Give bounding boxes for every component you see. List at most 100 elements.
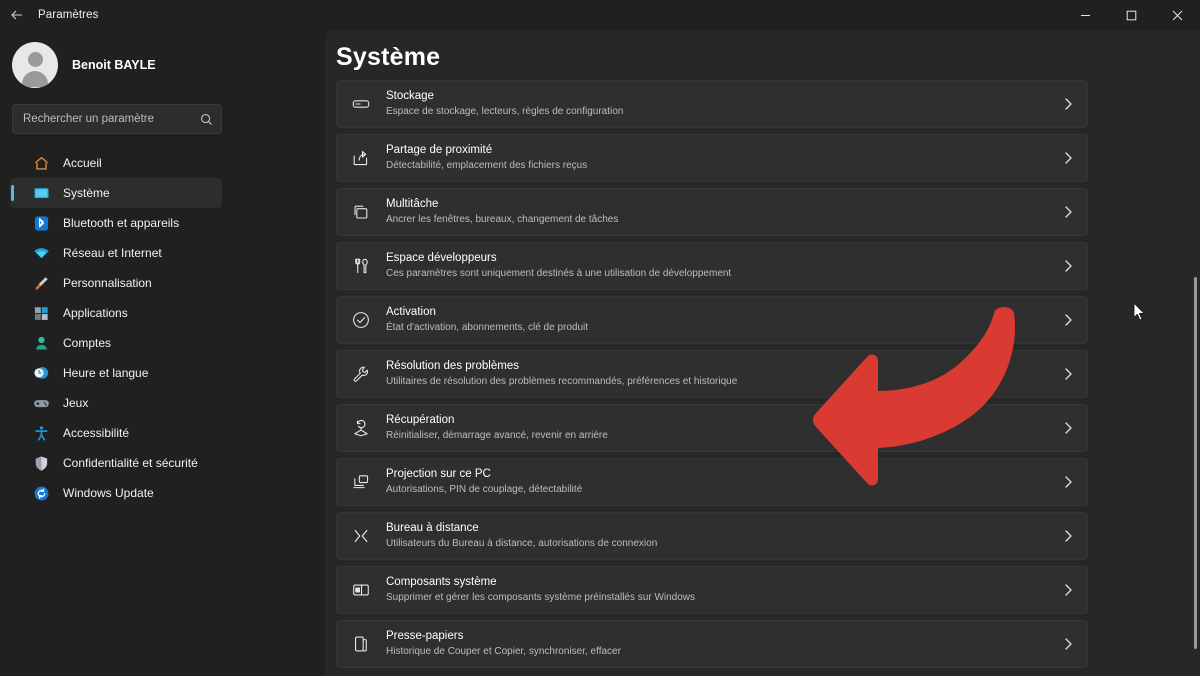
settings-row-subtitle: Utilisateurs du Bureau à distance, autor… (386, 538, 658, 549)
chevron-right-icon[interactable] (1064, 530, 1073, 543)
chevron-right-icon[interactable] (1064, 476, 1073, 489)
sidebar-item-systeme[interactable]: Système (10, 178, 222, 208)
settings-row-text: Récupération Réinitialiser, démarrage av… (386, 413, 608, 443)
settings-window: Paramètres Benoit BAYLE Rechercher un pa… (0, 0, 1200, 676)
settings-row-subtitle: Détectabilité, emplacement des fichiers … (386, 160, 588, 171)
avatar-body (22, 71, 48, 87)
sidebar-item-confidentialite-et-securite[interactable]: Confidentialité et sécurité (10, 448, 222, 478)
share-icon (350, 147, 372, 169)
account-name: Benoit BAYLE (72, 58, 156, 72)
settings-row-title: Multitâche (386, 198, 439, 210)
settings-row-title: Presse-papiers (386, 630, 464, 642)
settings-row-title: Projection sur ce PC (386, 468, 491, 480)
settings-row-stockage[interactable]: Stockage Espace de stockage, lecteurs, r… (336, 80, 1088, 128)
settings-row-espace-developpeurs[interactable]: Espace développeurs Ces paramètres sont … (336, 242, 1088, 290)
settings-row-title: Résolution des problèmes (386, 360, 519, 372)
settings-row-recuperation[interactable]: Récupération Réinitialiser, démarrage av… (336, 404, 1088, 452)
sidebar-item-jeux[interactable]: Jeux (10, 388, 222, 418)
chevron-right-icon[interactable] (1064, 260, 1073, 273)
chevron-right-icon[interactable] (1064, 584, 1073, 597)
maximize-icon (1126, 10, 1137, 21)
check-circle-icon (350, 309, 372, 331)
settings-row-composants-systeme[interactable]: Composants système Supprimer et gérer le… (336, 566, 1088, 614)
settings-row-subtitle: Espace de stockage, lecteurs, règles de … (386, 106, 624, 117)
chevron-right-icon[interactable] (1064, 98, 1073, 111)
settings-row-title: Composants système (386, 576, 497, 588)
title-bar: Paramètres (0, 0, 1200, 30)
close-icon (1172, 10, 1183, 21)
settings-row-subtitle: État d'activation, abonnements, clé de p… (386, 322, 589, 333)
sidebar-item-label: Heure et langue (63, 366, 149, 380)
sidebar-item-label: Confidentialité et sécurité (63, 456, 198, 470)
close-button[interactable] (1154, 0, 1200, 30)
avatar (12, 42, 58, 88)
account-block[interactable]: Benoit BAYLE (12, 42, 156, 88)
wifi-icon (32, 244, 50, 262)
sidebar-item-heure-et-langue[interactable]: Heure et langue (10, 358, 222, 388)
sidebar-item-label: Accessibilité (63, 426, 130, 440)
search-icon[interactable] (200, 113, 213, 126)
settings-list: Stockage Espace de stockage, lecteurs, r… (336, 80, 1088, 674)
settings-row-subtitle: Réinitialiser, démarrage avancé, revenir… (386, 430, 608, 441)
maximize-button[interactable] (1108, 0, 1154, 30)
back-button[interactable] (0, 0, 34, 30)
chevron-right-icon[interactable] (1064, 638, 1073, 651)
settings-row-multitache[interactable]: Multitâche Ancrer les fenêtres, bureaux,… (336, 188, 1088, 236)
main-panel: Système Stockage Espace de stockage, lec… (325, 30, 1200, 676)
settings-row-projection-sur-ce-pc[interactable]: Projection sur ce PC Autorisations, PIN … (336, 458, 1088, 506)
settings-row-title: Activation (386, 306, 436, 318)
arrow-left-icon (10, 8, 24, 22)
sidebar-item-reseau-et-internet[interactable]: Réseau et Internet (10, 238, 222, 268)
sidebar: Benoit BAYLE Accueil (0, 30, 325, 676)
mouse-pointer-icon (1133, 302, 1146, 326)
sidebar-item-label: Réseau et Internet (63, 246, 162, 260)
chevron-right-icon[interactable] (1064, 422, 1073, 435)
sidebar-item-label: Système (63, 186, 110, 200)
settings-row-text: Composants système Supprimer et gérer le… (386, 575, 695, 605)
bluetooth-icon (32, 214, 50, 232)
settings-row-text: Activation État d'activation, abonnement… (386, 305, 588, 335)
window-controls (1062, 0, 1200, 30)
minimize-button[interactable] (1062, 0, 1108, 30)
sidebar-item-comptes[interactable]: Comptes (10, 328, 222, 358)
settings-row-text: Partage de proximité Détectabilité, empl… (386, 143, 587, 173)
settings-row-subtitle: Ancrer les fenêtres, bureaux, changement… (386, 214, 619, 225)
chevron-right-icon[interactable] (1064, 314, 1073, 327)
settings-row-text: Espace développeurs Ces paramètres sont … (386, 251, 731, 281)
search-input[interactable] (23, 113, 200, 125)
settings-row-title: Partage de proximité (386, 144, 493, 156)
drive-icon (350, 93, 372, 115)
app-title: Paramètres (38, 9, 99, 21)
sidebar-item-accessibilite[interactable]: Accessibilité (10, 418, 222, 448)
components-icon (350, 579, 372, 601)
paintbrush-icon (32, 274, 50, 292)
settings-row-presse-papiers[interactable]: Presse-papiers Historique de Couper et C… (336, 620, 1088, 668)
chevron-right-icon[interactable] (1064, 368, 1073, 381)
sidebar-item-windows-update[interactable]: Windows Update (10, 478, 222, 508)
remote-desktop-icon (350, 525, 372, 547)
settings-row-activation[interactable]: Activation État d'activation, abonnement… (336, 296, 1088, 344)
search-box[interactable] (12, 104, 222, 134)
settings-row-bureau-a-distance[interactable]: Bureau à distance Utilisateurs du Bureau… (336, 512, 1088, 560)
chevron-right-icon[interactable] (1064, 206, 1073, 219)
recovery-icon (350, 417, 372, 439)
home-icon (32, 154, 50, 172)
sidebar-item-applications[interactable]: Applications (10, 298, 222, 328)
sidebar-item-label: Accueil (63, 156, 102, 170)
sidebar-item-personnalisation[interactable]: Personnalisation (10, 268, 222, 298)
shield-icon (32, 454, 50, 472)
windows-stack-icon (350, 201, 372, 223)
chevron-right-icon[interactable] (1064, 152, 1073, 165)
projection-icon (350, 471, 372, 493)
settings-row-title: Récupération (386, 414, 455, 426)
tools-icon (350, 255, 372, 277)
settings-row-partage-de-proximite[interactable]: Partage de proximité Détectabilité, empl… (336, 134, 1088, 182)
accessibility-icon (32, 424, 50, 442)
sidebar-item-bluetooth-et-appareils[interactable]: Bluetooth et appareils (10, 208, 222, 238)
sidebar-item-accueil[interactable]: Accueil (10, 148, 222, 178)
apps-icon (32, 304, 50, 322)
clipboard-icon (350, 633, 372, 655)
vertical-scrollbar[interactable] (1194, 277, 1197, 649)
settings-row-resolution-des-problemes[interactable]: Résolution des problèmes Utilitaires de … (336, 350, 1088, 398)
settings-row-title: Espace développeurs (386, 252, 497, 264)
